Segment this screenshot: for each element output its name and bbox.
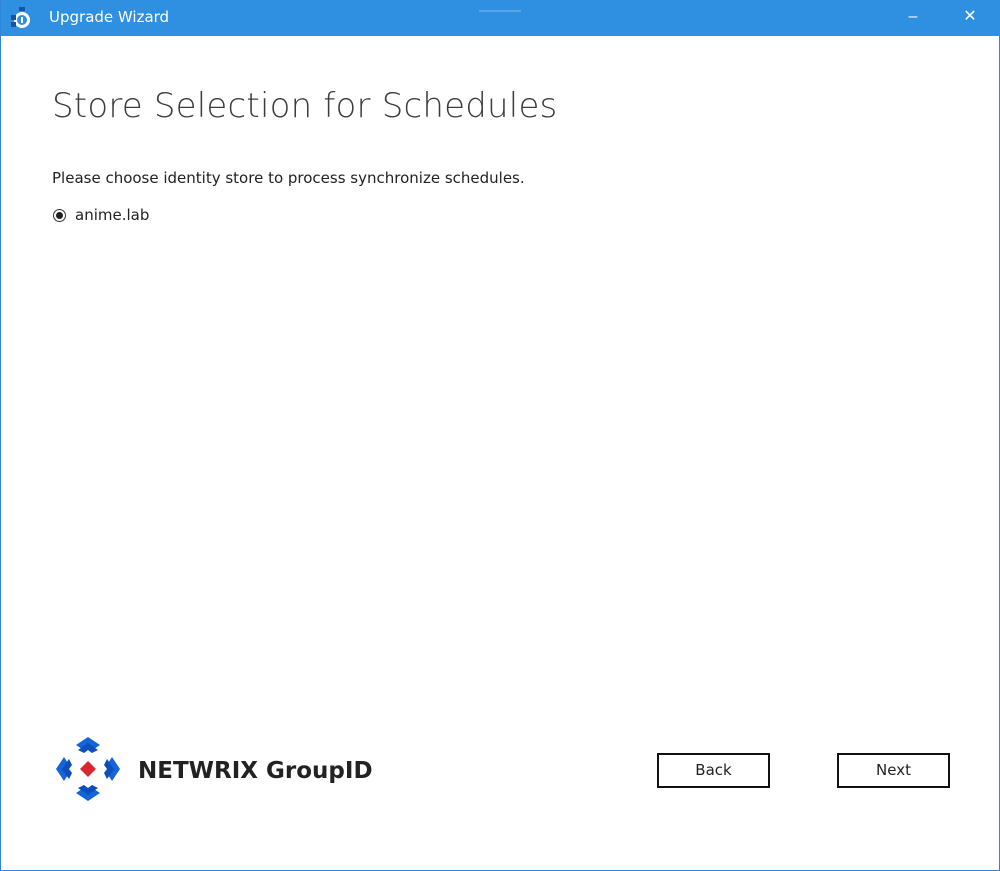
netwrix-logo-icon — [56, 737, 120, 801]
brand-name: NETWRIX GroupID — [138, 758, 373, 784]
app-icon — [11, 7, 30, 28]
store-option-anime-lab[interactable]: anime.lab — [53, 206, 149, 224]
window-title: Upgrade Wizard — [49, 8, 170, 26]
radio-button[interactable] — [53, 208, 66, 222]
title-grip — [479, 10, 521, 12]
page-title: Store Selection for Schedules — [52, 86, 558, 126]
radio-selected-dot — [56, 211, 63, 219]
instruction-text: Please choose identity store to process … — [52, 169, 525, 187]
title-bar[interactable]: Upgrade Wizard – ✕ — [1, 0, 1000, 36]
upgrade-wizard-window: Upgrade Wizard – ✕ Store Selection for S… — [0, 0, 1000, 871]
back-button[interactable]: Back — [657, 753, 770, 788]
close-button[interactable]: ✕ — [947, 0, 993, 36]
minimize-button[interactable]: – — [890, 0, 936, 36]
next-button[interactable]: Next — [837, 753, 950, 788]
store-option-label[interactable]: anime.lab — [75, 206, 149, 224]
